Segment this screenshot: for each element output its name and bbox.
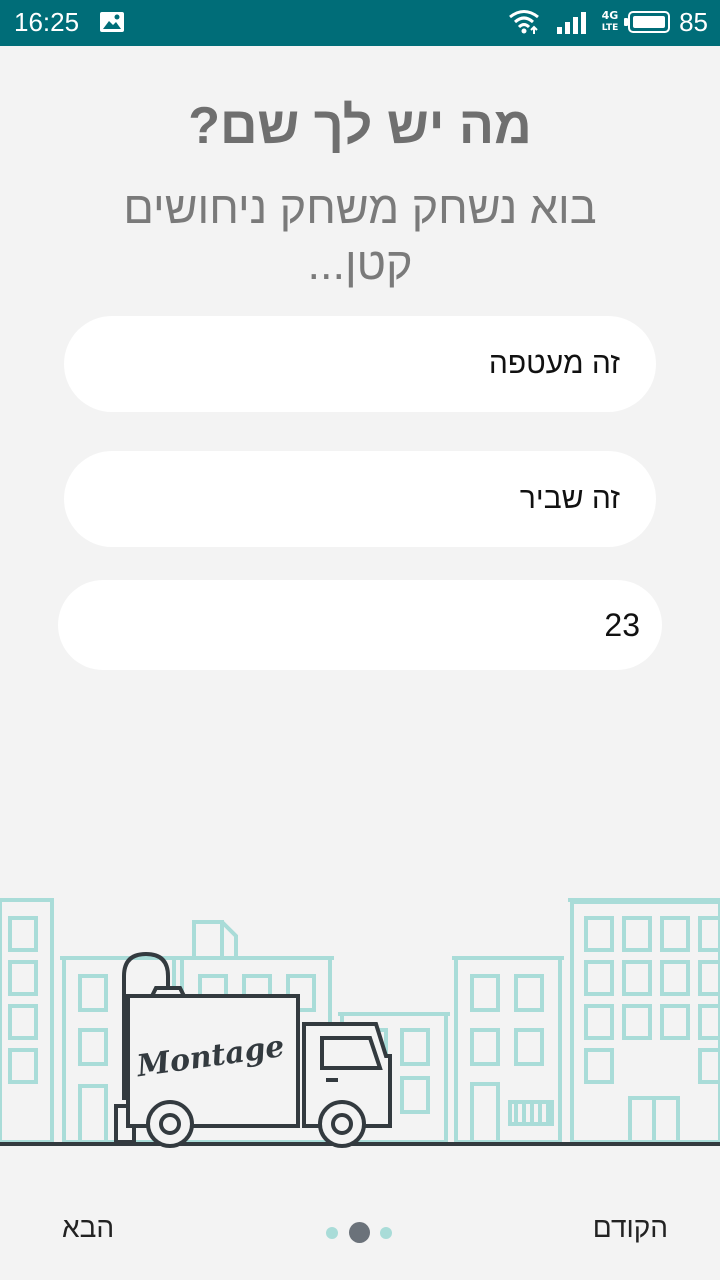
next-button[interactable]: הבא <box>62 1212 114 1244</box>
previous-button[interactable]: הקודם <box>593 1212 668 1244</box>
status-bar: 16:25 4G LTE 85 <box>0 0 720 46</box>
page-title: מה יש לך שם? <box>188 97 532 155</box>
guess-field-2[interactable] <box>64 451 656 547</box>
page-dot-3[interactable] <box>380 1227 392 1239</box>
guess-field-1[interactable] <box>64 316 656 412</box>
battery-icon <box>624 11 670 33</box>
network-label: 4G <box>601 9 619 22</box>
page-subtitle: בוא נשחק משחק ניחושים קטן... <box>123 182 597 289</box>
guess-field-3[interactable] <box>58 580 662 670</box>
street-illustration: Montage <box>0 898 720 1148</box>
image-notification-icon <box>100 12 124 32</box>
battery-percent: 85 <box>679 7 708 37</box>
status-time: 16:25 <box>14 7 80 37</box>
network-sublabel: LTE <box>601 23 619 33</box>
network-type: 4G LTE <box>600 10 620 34</box>
signal-icon <box>557 12 586 34</box>
bottom-navigation: הבא הקודם <box>0 1160 720 1280</box>
page-indicator <box>322 1220 398 1244</box>
page-dot-2-active[interactable] <box>349 1222 370 1243</box>
page-dot-1[interactable] <box>326 1227 338 1239</box>
wifi-icon <box>509 10 539 34</box>
